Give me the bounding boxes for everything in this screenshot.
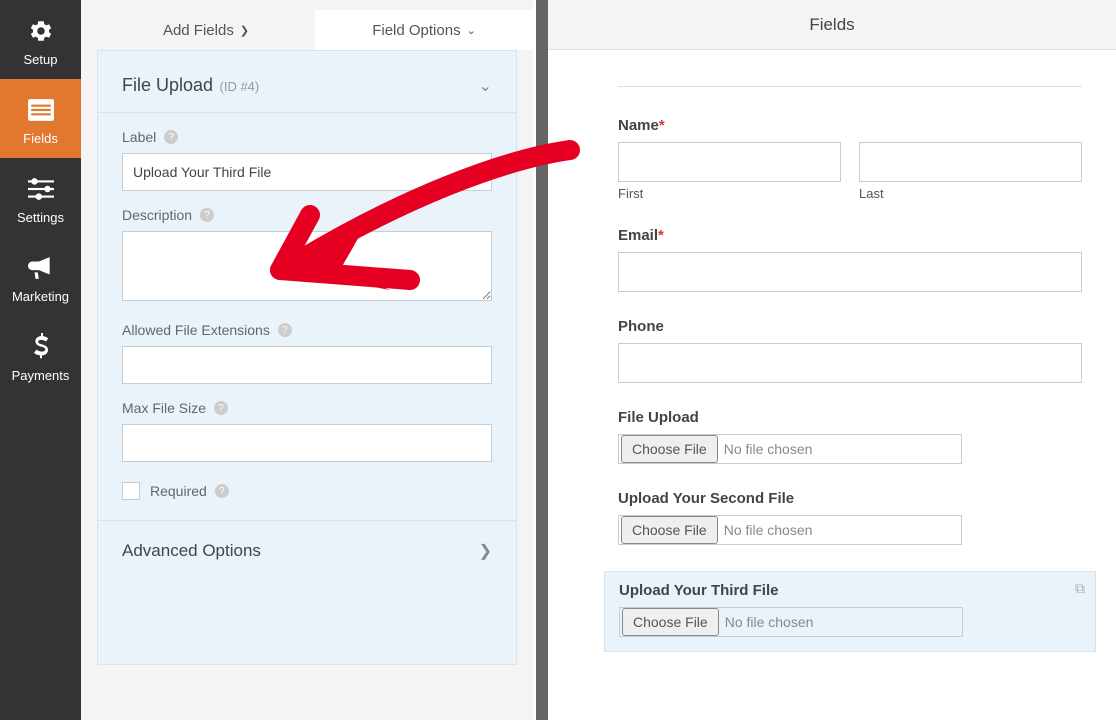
field-label: Upload Your Third File: [619, 582, 1081, 599]
field-label: File Upload: [618, 409, 1082, 426]
sidebar-item-settings[interactable]: Settings: [0, 158, 81, 237]
file-status-text: No file chosen: [724, 522, 813, 538]
help-icon[interactable]: ?: [215, 484, 229, 498]
help-icon[interactable]: ?: [200, 208, 214, 222]
file-picker[interactable]: Choose File No file chosen: [618, 515, 962, 545]
required-asterisk: *: [658, 227, 664, 244]
preview-field-file1[interactable]: File Upload Choose File No file chosen: [618, 409, 1082, 464]
duplicate-icon[interactable]: ⧉: [1075, 580, 1085, 597]
section-title: File Upload: [122, 75, 213, 95]
sidebar-item-marketing[interactable]: Marketing: [0, 237, 81, 316]
sidebar-item-setup[interactable]: Setup: [0, 0, 81, 79]
chevron-right-icon: ❯: [240, 24, 249, 37]
help-icon[interactable]: ?: [278, 323, 292, 337]
preview-field-file2[interactable]: Upload Your Second File Choose File No f…: [618, 490, 1082, 545]
preview-field-email[interactable]: Email*: [618, 227, 1082, 292]
field-label: Max File Size: [122, 400, 206, 416]
tab-label: Field Options: [372, 22, 460, 39]
last-name-input[interactable]: [859, 142, 1082, 182]
chevron-right-icon: ❯: [479, 541, 492, 561]
chevron-down-icon: ⌄: [479, 76, 492, 96]
bullhorn-icon: [28, 253, 54, 283]
preview-panel: Fields Name* First Last: [548, 0, 1116, 720]
sidebar-item-fields[interactable]: Fields: [0, 79, 81, 158]
field-label: Upload Your Second File: [618, 490, 1082, 507]
sliders-icon: [28, 174, 54, 204]
advanced-label: Advanced Options: [122, 541, 261, 561]
tab-field-options[interactable]: Field Options ⌄: [315, 10, 533, 50]
advanced-options-toggle[interactable]: Advanced Options ❯: [98, 520, 516, 565]
help-icon[interactable]: ?: [164, 130, 178, 144]
header-title: Fields: [548, 0, 1116, 50]
file-status-text: No file chosen: [725, 614, 814, 630]
choose-file-button[interactable]: Choose File: [622, 608, 719, 636]
field-label: Email: [618, 227, 658, 244]
sidebar-item-payments[interactable]: Payments: [0, 316, 81, 395]
dollar-icon: [32, 332, 50, 362]
field-options-panel: File Upload (ID #4) ⌄ Label ? Descriptio…: [97, 50, 517, 665]
chevron-down-icon: ⌄: [467, 24, 476, 37]
sub-label: First: [618, 186, 841, 201]
field-label: Label: [122, 129, 156, 145]
file-picker[interactable]: Choose File No file chosen: [619, 607, 963, 637]
first-name-input[interactable]: [618, 142, 841, 182]
help-icon[interactable]: ?: [214, 401, 228, 415]
label-input[interactable]: [122, 153, 492, 191]
sidebar-item-label: Setup: [24, 52, 58, 67]
phone-input[interactable]: [618, 343, 1082, 383]
sidebar: Setup Fields Settings Marketing Payments: [0, 0, 81, 720]
file-picker[interactable]: Choose File No file chosen: [618, 434, 962, 464]
choose-file-button[interactable]: Choose File: [621, 435, 718, 463]
sidebar-item-label: Payments: [12, 368, 70, 383]
field-label: Phone: [618, 318, 1082, 335]
form-icon: [28, 95, 54, 125]
field-label: Name: [618, 117, 659, 134]
sidebar-item-label: Marketing: [12, 289, 69, 304]
left-panel: x Add Fields ❯ Field Options ⌄ File Uplo…: [81, 0, 533, 720]
max-size-input[interactable]: [122, 424, 492, 462]
section-id: (ID #4): [220, 79, 260, 94]
panel-divider: [536, 0, 548, 720]
checkbox-label: Required: [150, 483, 207, 499]
description-input[interactable]: [122, 231, 492, 301]
gear-icon: [28, 16, 54, 46]
required-checkbox[interactable]: [122, 482, 140, 500]
extensions-input[interactable]: [122, 346, 492, 384]
preview-field-file3[interactable]: ⧉ Upload Your Third File Choose File No …: [604, 571, 1096, 652]
sidebar-item-label: Fields: [23, 131, 58, 146]
file-status-text: No file chosen: [724, 441, 813, 457]
preview-field-phone[interactable]: Phone: [618, 318, 1082, 383]
choose-file-button[interactable]: Choose File: [621, 516, 718, 544]
preview-field-name[interactable]: Name* First Last: [618, 117, 1082, 201]
section-header[interactable]: File Upload (ID #4) ⌄: [98, 51, 516, 113]
sidebar-item-label: Settings: [17, 210, 64, 225]
required-asterisk: *: [659, 117, 665, 134]
tab-add-fields[interactable]: Add Fields ❯: [97, 10, 315, 50]
field-label: Allowed File Extensions: [122, 322, 270, 338]
divider: [618, 86, 1082, 87]
field-label: Description: [122, 207, 192, 223]
email-input[interactable]: [618, 252, 1082, 292]
sub-label: Last: [859, 186, 1082, 201]
tab-label: Add Fields: [163, 22, 234, 39]
